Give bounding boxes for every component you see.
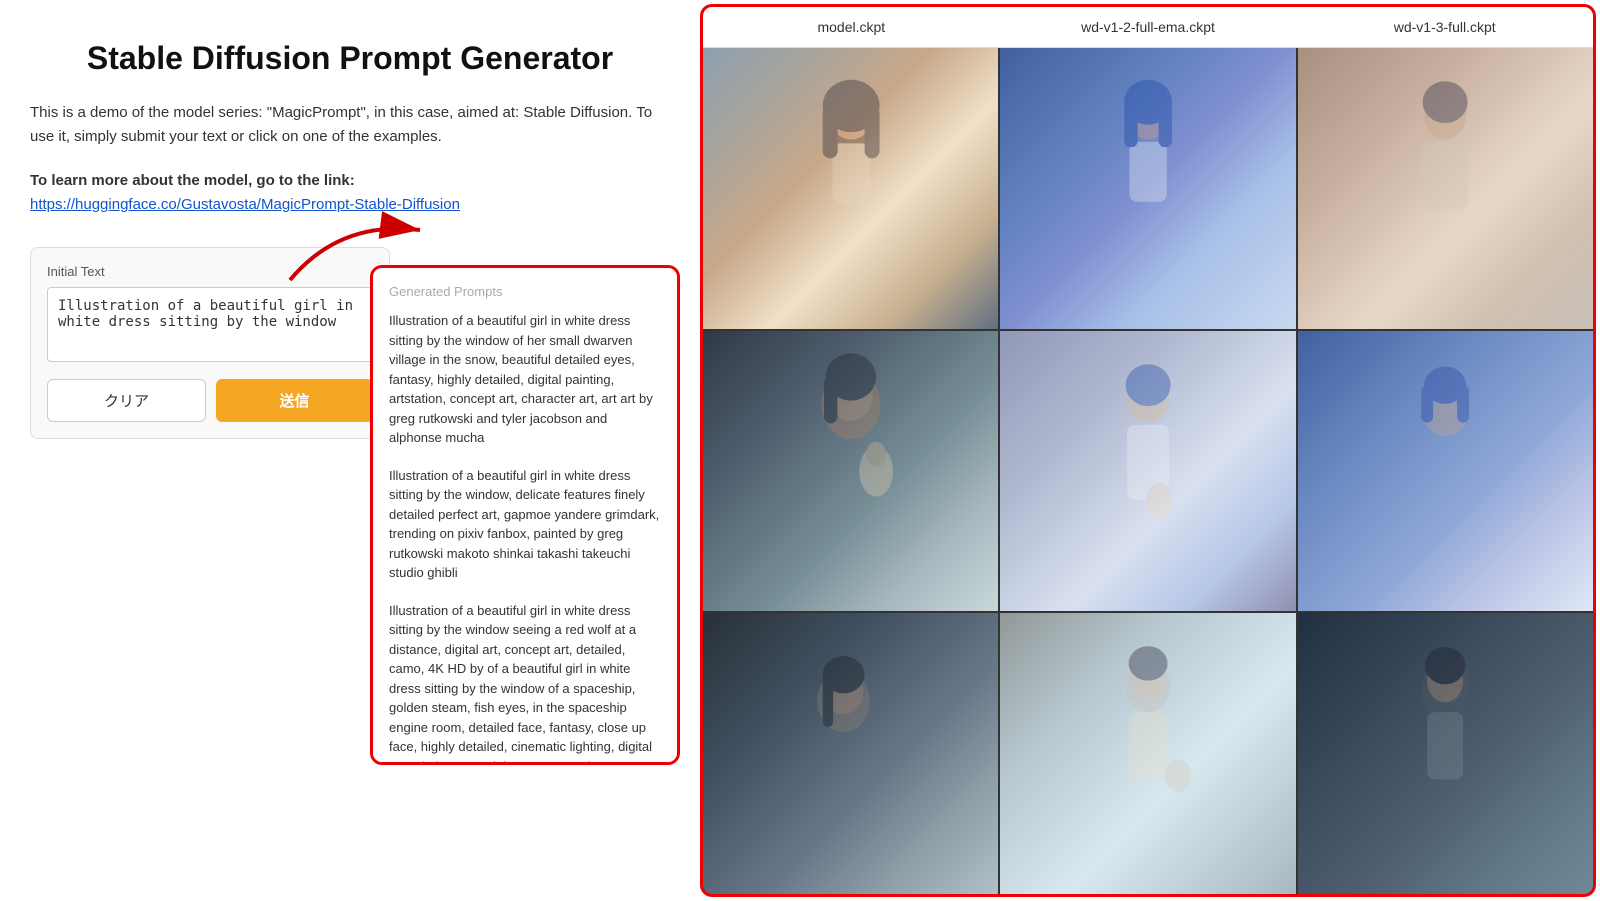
page-title: Stable Diffusion Prompt Generator [30,40,670,77]
grid-cell-6 [1298,331,1593,612]
grid-cell-5 [1000,331,1295,612]
learn-more-text: To learn more about the model, go to the… [30,169,670,217]
right-panel-header: model.ckpt wd-v1-2-full-ema.ckpt wd-v1-3… [703,7,1593,48]
header-col-2: wd-v1-2-full-ema.ckpt [1000,15,1297,39]
right-panel: model.ckpt wd-v1-2-full-ema.ckpt wd-v1-3… [700,4,1596,897]
grid-cell-3 [1298,48,1593,329]
learn-more-label: To learn more about the model, go to the… [30,172,355,189]
header-col-1: model.ckpt [703,15,1000,39]
grid-cell-1 [703,48,998,329]
prompt-item-3: Illustration of a beautiful girl in whit… [389,601,661,766]
submit-button[interactable]: 送信 [216,379,373,422]
description-text: This is a demo of the model series: "Mag… [30,101,670,149]
grid-cell-4 [703,331,998,612]
left-panel: Stable Diffusion Prompt Generator This i… [0,0,700,901]
initial-text-input[interactable]: Illustration of a beautiful girl in whit… [47,287,373,362]
input-label: Initial Text [47,264,373,279]
grid-cell-2 [1000,48,1295,329]
image-grid [703,48,1593,894]
button-row: クリア 送信 [47,379,373,422]
input-section: Initial Text Illustration of a beautiful… [30,247,390,439]
grid-cell-7 [703,613,998,894]
grid-cell-9 [1298,613,1593,894]
prompts-box[interactable]: Generated Prompts Illustration of a beau… [370,265,680,765]
header-col-3: wd-v1-3-full.ckpt [1296,15,1593,39]
prompt-item-1: Illustration of a beautiful girl in whit… [389,311,661,448]
prompts-title: Generated Prompts [389,284,661,299]
clear-button[interactable]: クリア [47,379,206,422]
prompt-item-2: Illustration of a beautiful girl in whit… [389,466,661,583]
grid-cell-8 [1000,613,1295,894]
learn-more-link[interactable]: https://huggingface.co/Gustavosta/MagicP… [30,196,460,213]
